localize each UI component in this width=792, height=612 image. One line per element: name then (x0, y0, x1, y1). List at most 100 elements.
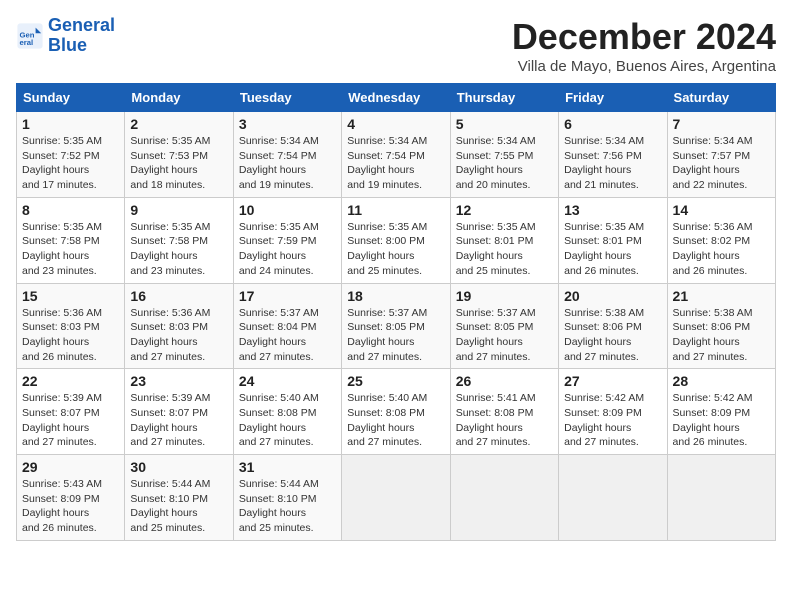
day-number: 6 (564, 116, 661, 132)
day-number: 3 (239, 116, 336, 132)
day-number: 24 (239, 373, 336, 389)
calendar-cell: 15 Sunrise: 5:36 AMSunset: 8:03 PMDaylig… (17, 283, 125, 369)
calendar-cell (450, 455, 558, 541)
calendar-cell: 28 Sunrise: 5:42 AMSunset: 8:09 PMDaylig… (667, 369, 775, 455)
calendar-week-row: 15 Sunrise: 5:36 AMSunset: 8:03 PMDaylig… (17, 283, 776, 369)
day-detail: Sunrise: 5:40 AMSunset: 8:08 PMDaylight … (239, 392, 319, 448)
day-detail: Sunrise: 5:39 AMSunset: 8:07 PMDaylight … (22, 392, 102, 448)
logo-text: GeneralBlue (48, 16, 115, 56)
day-number: 23 (130, 373, 227, 389)
day-detail: Sunrise: 5:37 AMSunset: 8:04 PMDaylight … (239, 307, 319, 363)
day-number: 25 (347, 373, 444, 389)
calendar-cell: 19 Sunrise: 5:37 AMSunset: 8:05 PMDaylig… (450, 283, 558, 369)
day-detail: Sunrise: 5:44 AMSunset: 8:10 PMDaylight … (130, 478, 210, 534)
weekday-header: Wednesday (342, 84, 450, 112)
calendar-title: December 2024 (512, 16, 776, 58)
calendar-week-row: 22 Sunrise: 5:39 AMSunset: 8:07 PMDaylig… (17, 369, 776, 455)
weekday-header: Friday (559, 84, 667, 112)
svg-text:eral: eral (20, 38, 34, 47)
calendar-cell: 11 Sunrise: 5:35 AMSunset: 8:00 PMDaylig… (342, 197, 450, 283)
calendar-cell: 23 Sunrise: 5:39 AMSunset: 8:07 PMDaylig… (125, 369, 233, 455)
calendar-cell: 14 Sunrise: 5:36 AMSunset: 8:02 PMDaylig… (667, 197, 775, 283)
calendar-cell: 20 Sunrise: 5:38 AMSunset: 8:06 PMDaylig… (559, 283, 667, 369)
calendar-cell: 13 Sunrise: 5:35 AMSunset: 8:01 PMDaylig… (559, 197, 667, 283)
weekday-header-row: SundayMondayTuesdayWednesdayThursdayFrid… (17, 84, 776, 112)
calendar-cell: 21 Sunrise: 5:38 AMSunset: 8:06 PMDaylig… (667, 283, 775, 369)
day-detail: Sunrise: 5:39 AMSunset: 8:07 PMDaylight … (130, 392, 210, 448)
day-detail: Sunrise: 5:38 AMSunset: 8:06 PMDaylight … (673, 307, 753, 363)
calendar-cell: 27 Sunrise: 5:42 AMSunset: 8:09 PMDaylig… (559, 369, 667, 455)
day-number: 26 (456, 373, 553, 389)
calendar-cell: 29 Sunrise: 5:43 AMSunset: 8:09 PMDaylig… (17, 455, 125, 541)
weekday-header: Tuesday (233, 84, 341, 112)
day-detail: Sunrise: 5:36 AMSunset: 8:03 PMDaylight … (22, 307, 102, 363)
calendar-cell: 8 Sunrise: 5:35 AMSunset: 7:58 PMDayligh… (17, 197, 125, 283)
logo-icon: Gen eral (16, 22, 44, 50)
day-number: 2 (130, 116, 227, 132)
calendar-cell: 9 Sunrise: 5:35 AMSunset: 7:58 PMDayligh… (125, 197, 233, 283)
calendar-cell: 10 Sunrise: 5:35 AMSunset: 7:59 PMDaylig… (233, 197, 341, 283)
weekday-header: Monday (125, 84, 233, 112)
day-detail: Sunrise: 5:34 AMSunset: 7:55 PMDaylight … (456, 135, 536, 191)
calendar-cell: 22 Sunrise: 5:39 AMSunset: 8:07 PMDaylig… (17, 369, 125, 455)
day-number: 8 (22, 202, 119, 218)
calendar-subtitle: Villa de Mayo, Buenos Aires, Argentina (512, 58, 776, 75)
calendar-week-row: 1 Sunrise: 5:35 AMSunset: 7:52 PMDayligh… (17, 112, 776, 198)
day-number: 28 (673, 373, 770, 389)
logo: Gen eral GeneralBlue (16, 16, 115, 56)
day-detail: Sunrise: 5:35 AMSunset: 7:52 PMDaylight … (22, 135, 102, 191)
calendar-cell: 25 Sunrise: 5:40 AMSunset: 8:08 PMDaylig… (342, 369, 450, 455)
calendar-cell: 17 Sunrise: 5:37 AMSunset: 8:04 PMDaylig… (233, 283, 341, 369)
day-number: 29 (22, 459, 119, 475)
day-number: 27 (564, 373, 661, 389)
calendar-cell: 31 Sunrise: 5:44 AMSunset: 8:10 PMDaylig… (233, 455, 341, 541)
day-detail: Sunrise: 5:35 AMSunset: 7:53 PMDaylight … (130, 135, 210, 191)
day-detail: Sunrise: 5:34 AMSunset: 7:57 PMDaylight … (673, 135, 753, 191)
page-header: Gen eral GeneralBlue December 2024 Villa… (16, 16, 776, 75)
day-number: 19 (456, 288, 553, 304)
day-detail: Sunrise: 5:34 AMSunset: 7:54 PMDaylight … (347, 135, 427, 191)
day-detail: Sunrise: 5:41 AMSunset: 8:08 PMDaylight … (456, 392, 536, 448)
calendar-cell: 16 Sunrise: 5:36 AMSunset: 8:03 PMDaylig… (125, 283, 233, 369)
day-detail: Sunrise: 5:34 AMSunset: 7:56 PMDaylight … (564, 135, 644, 191)
day-detail: Sunrise: 5:37 AMSunset: 8:05 PMDaylight … (456, 307, 536, 363)
calendar-cell: 18 Sunrise: 5:37 AMSunset: 8:05 PMDaylig… (342, 283, 450, 369)
day-number: 18 (347, 288, 444, 304)
weekday-header: Sunday (17, 84, 125, 112)
day-number: 31 (239, 459, 336, 475)
weekday-header: Thursday (450, 84, 558, 112)
day-detail: Sunrise: 5:40 AMSunset: 8:08 PMDaylight … (347, 392, 427, 448)
day-number: 20 (564, 288, 661, 304)
calendar-cell (342, 455, 450, 541)
day-number: 1 (22, 116, 119, 132)
calendar-cell (559, 455, 667, 541)
day-detail: Sunrise: 5:42 AMSunset: 8:09 PMDaylight … (673, 392, 753, 448)
day-number: 13 (564, 202, 661, 218)
day-detail: Sunrise: 5:43 AMSunset: 8:09 PMDaylight … (22, 478, 102, 534)
day-detail: Sunrise: 5:35 AMSunset: 7:58 PMDaylight … (130, 221, 210, 277)
day-detail: Sunrise: 5:35 AMSunset: 7:59 PMDaylight … (239, 221, 319, 277)
day-number: 22 (22, 373, 119, 389)
day-number: 30 (130, 459, 227, 475)
calendar-cell: 6 Sunrise: 5:34 AMSunset: 7:56 PMDayligh… (559, 112, 667, 198)
calendar-cell: 3 Sunrise: 5:34 AMSunset: 7:54 PMDayligh… (233, 112, 341, 198)
day-detail: Sunrise: 5:36 AMSunset: 8:03 PMDaylight … (130, 307, 210, 363)
day-detail: Sunrise: 5:37 AMSunset: 8:05 PMDaylight … (347, 307, 427, 363)
day-number: 7 (673, 116, 770, 132)
day-number: 5 (456, 116, 553, 132)
day-number: 15 (22, 288, 119, 304)
day-number: 14 (673, 202, 770, 218)
day-detail: Sunrise: 5:35 AMSunset: 8:01 PMDaylight … (456, 221, 536, 277)
day-detail: Sunrise: 5:42 AMSunset: 8:09 PMDaylight … (564, 392, 644, 448)
day-number: 12 (456, 202, 553, 218)
calendar-cell: 1 Sunrise: 5:35 AMSunset: 7:52 PMDayligh… (17, 112, 125, 198)
calendar-week-row: 29 Sunrise: 5:43 AMSunset: 8:09 PMDaylig… (17, 455, 776, 541)
day-number: 4 (347, 116, 444, 132)
day-detail: Sunrise: 5:38 AMSunset: 8:06 PMDaylight … (564, 307, 644, 363)
day-detail: Sunrise: 5:35 AMSunset: 7:58 PMDaylight … (22, 221, 102, 277)
calendar-cell: 7 Sunrise: 5:34 AMSunset: 7:57 PMDayligh… (667, 112, 775, 198)
day-number: 16 (130, 288, 227, 304)
weekday-header: Saturday (667, 84, 775, 112)
day-number: 10 (239, 202, 336, 218)
calendar-cell: 12 Sunrise: 5:35 AMSunset: 8:01 PMDaylig… (450, 197, 558, 283)
